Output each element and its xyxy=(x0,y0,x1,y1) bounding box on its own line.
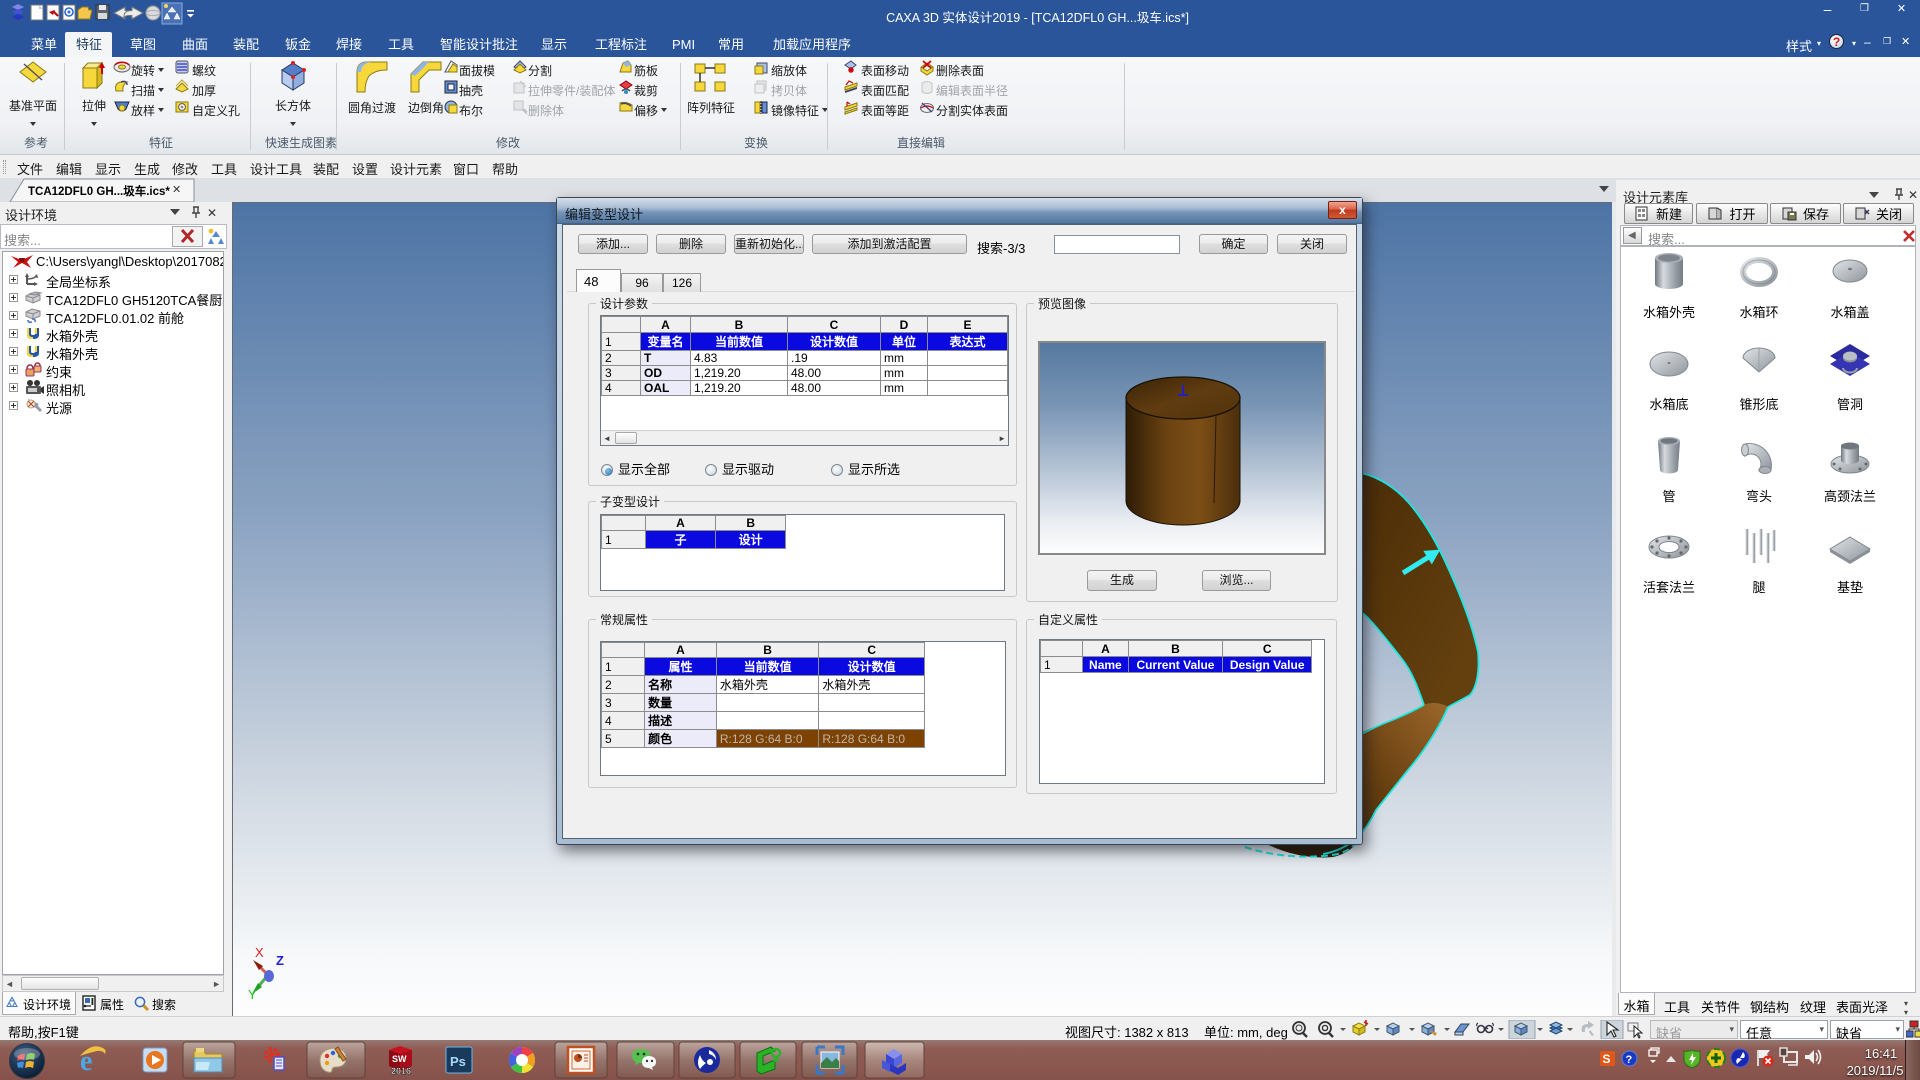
svg-text:Ps: Ps xyxy=(450,1054,466,1069)
svg-text:Z: Z xyxy=(276,953,284,968)
svg-text:S: S xyxy=(1603,1052,1611,1066)
svg-text:Y: Y xyxy=(248,987,257,1002)
svg-text:X: X xyxy=(255,945,264,960)
svg-text:SW: SW xyxy=(392,1054,407,1064)
svg-text:?: ? xyxy=(1626,1054,1633,1066)
svg-text:2016: 2016 xyxy=(391,1066,411,1076)
